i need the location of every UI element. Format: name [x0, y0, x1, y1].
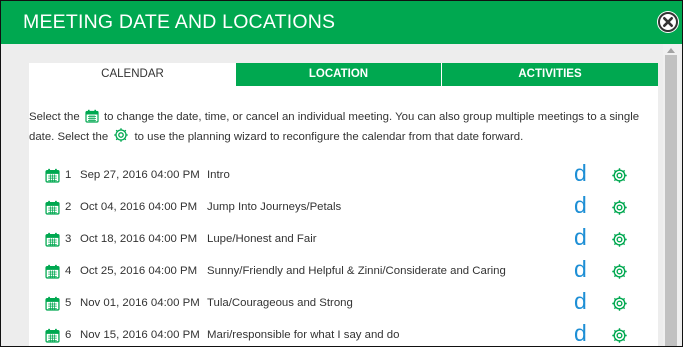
meeting-datetime: Oct 04, 2016 04:00 PM [80, 201, 198, 213]
vertical-scrollbar[interactable] [663, 44, 680, 346]
calendar-icon[interactable] [45, 264, 60, 283]
meeting-name: Sunny/Friendly and Helpful & Zinni/Consi… [207, 265, 506, 277]
gear-icon[interactable] [611, 231, 628, 252]
meeting-datetime: Nov 15, 2016 04:00 PM [80, 329, 200, 341]
meeting-d-action[interactable]: d [574, 288, 587, 315]
meeting-row: 1 Sep 27, 2016 04:00 PM Intro d [29, 160, 658, 199]
dialog-titlebar: MEETING DATE AND LOCATIONS [1, 1, 682, 44]
calendar-icon [85, 109, 99, 123]
gear-icon[interactable] [611, 199, 628, 220]
gear-icon[interactable] [611, 263, 628, 284]
tab-bar: CALENDAR LOCATION ACTIVITIES [29, 63, 658, 86]
meeting-number: 3 [65, 233, 72, 245]
meeting-name: Tula/Courageous and Strong [207, 297, 353, 309]
meeting-d-action[interactable]: d [574, 160, 587, 187]
meeting-d-action[interactable]: d [574, 192, 587, 219]
meeting-row: 5 Nov 01, 2016 04:00 PM Tula/Courageous an… [29, 288, 658, 327]
meeting-datetime: Oct 18, 2016 04:00 PM [80, 233, 198, 245]
scroll-thumb[interactable] [665, 55, 677, 346]
meeting-datetime: Oct 25, 2016 04:00 PM [80, 265, 198, 277]
meeting-row: 2 Oct 04, 2016 04:00 PM Jump Into Journeys… [29, 192, 658, 231]
instructions-part3: to use the planning wizard to reconfigur… [134, 131, 524, 143]
gear-icon[interactable] [611, 167, 628, 188]
meeting-dialog: MEETING DATE AND LOCATIONS CALENDAR LOCA… [0, 0, 683, 347]
calendar-icon[interactable] [45, 200, 60, 219]
meeting-number: 4 [65, 265, 72, 277]
meeting-d-action[interactable]: d [574, 256, 587, 283]
meeting-d-action[interactable]: d [574, 224, 587, 251]
instructions-text: Select the to change the date, time, or … [29, 107, 654, 147]
gear-icon[interactable] [611, 327, 628, 346]
meeting-row: 3 Oct 18, 2016 04:00 PM Lupe/Honest and Fa… [29, 224, 658, 263]
scroll-up-icon[interactable] [667, 48, 675, 53]
meeting-datetime: Nov 01, 2016 04:00 PM [80, 297, 200, 309]
meeting-datetime: Sep 27, 2016 04:00 PM [80, 169, 200, 181]
close-button[interactable] [657, 11, 679, 33]
tab-calendar[interactable]: CALENDAR [29, 63, 236, 86]
meeting-number: 6 [65, 329, 72, 341]
meeting-name: Jump Into Journeys/Petals [207, 201, 342, 213]
calendar-icon[interactable] [45, 328, 60, 346]
meeting-d-action[interactable]: d [574, 320, 587, 346]
instructions-part1: Select the [29, 111, 80, 123]
gear-icon[interactable] [611, 295, 628, 316]
dialog-title: MEETING DATE AND LOCATIONS [23, 11, 336, 33]
tab-activities[interactable]: ACTIVITIES [441, 63, 658, 86]
gear-icon [114, 128, 129, 142]
dialog-body: CALENDAR LOCATION ACTIVITIES Select the … [1, 44, 682, 346]
meeting-number: 2 [65, 201, 72, 213]
meeting-name: Mari/responsible for what I say and do [207, 329, 400, 341]
meeting-number: 1 [65, 169, 72, 181]
meeting-name: Lupe/Honest and Fair [207, 233, 317, 245]
tab-location[interactable]: LOCATION [236, 63, 441, 86]
calendar-icon[interactable] [45, 168, 60, 187]
meeting-name: Intro [207, 169, 230, 181]
meeting-row: 6 Nov 15, 2016 04:00 PM Mari/responsible f… [29, 320, 658, 346]
calendar-icon[interactable] [45, 296, 60, 315]
calendar-icon[interactable] [45, 232, 60, 251]
meeting-row: 4 Oct 25, 2016 04:00 PM Sunny/Friendly and… [29, 256, 658, 295]
close-circle-icon [658, 12, 678, 32]
meeting-number: 5 [65, 297, 72, 309]
content-panel: CALENDAR LOCATION ACTIVITIES Select the … [29, 63, 658, 346]
